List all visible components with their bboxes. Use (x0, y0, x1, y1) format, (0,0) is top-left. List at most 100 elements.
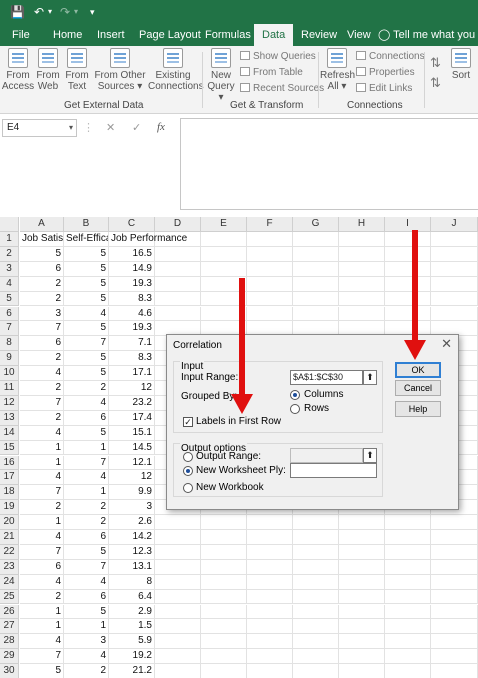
data-cell[interactable]: 1 (64, 619, 109, 635)
cell[interactable] (155, 276, 201, 292)
cell[interactable] (431, 604, 478, 620)
data-cell[interactable]: 4 (20, 634, 64, 650)
cell[interactable] (385, 232, 431, 247)
cell[interactable] (201, 574, 247, 590)
collapse-dialog-icon[interactable]: ⬆ (363, 448, 377, 463)
cell[interactable] (339, 306, 385, 322)
cell[interactable] (293, 291, 339, 307)
data-cell[interactable]: 5 (64, 261, 109, 277)
data-cell[interactable]: 7 (20, 649, 64, 665)
formula-input[interactable] (180, 118, 478, 210)
new-worksheet-field[interactable] (290, 463, 377, 478)
cell[interactable] (247, 664, 293, 678)
cell[interactable] (293, 246, 339, 262)
cell[interactable] (201, 649, 247, 665)
data-cell[interactable]: 5 (64, 246, 109, 262)
cancel-icon[interactable]: ✕ (106, 121, 115, 134)
cell[interactable] (201, 604, 247, 620)
data-cell[interactable]: 9.9 (109, 485, 155, 501)
cell[interactable] (201, 246, 247, 262)
new-worksheet-radio[interactable] (183, 466, 193, 476)
cell[interactable] (431, 232, 478, 247)
cell[interactable] (247, 306, 293, 322)
insert-function-icon[interactable]: fx (157, 121, 165, 133)
cell[interactable] (385, 261, 431, 277)
select-all-corner[interactable] (0, 217, 19, 232)
cell[interactable] (247, 515, 293, 530)
data-cell[interactable]: 3 (109, 500, 155, 516)
data-cell[interactable]: 4 (64, 395, 109, 411)
cell[interactable] (201, 634, 247, 650)
cell[interactable] (385, 291, 431, 307)
cell[interactable] (385, 589, 431, 605)
data-cell[interactable]: 7.1 (109, 336, 155, 352)
data-cell[interactable]: 5.9 (109, 634, 155, 650)
row-header[interactable]: 29 (0, 649, 19, 665)
row-header[interactable]: 5 (0, 291, 19, 307)
row-header[interactable]: 9 (0, 351, 19, 367)
new-query-button[interactable]: New Query ▾ (204, 48, 238, 103)
show-queries-button[interactable]: Show Queries (240, 50, 316, 64)
data-cell[interactable]: 12 (109, 381, 155, 396)
cell[interactable] (293, 559, 339, 575)
cell[interactable] (155, 619, 201, 635)
row-header[interactable]: 19 (0, 500, 19, 516)
cell[interactable] (385, 664, 431, 678)
row-header[interactable]: 26 (0, 604, 19, 620)
cell[interactable] (293, 649, 339, 665)
row-header[interactable]: 1 (0, 232, 19, 247)
cell[interactable] (339, 664, 385, 678)
cell[interactable] (385, 604, 431, 620)
data-cell[interactable]: 2 (64, 500, 109, 516)
cell[interactable] (339, 604, 385, 620)
column-header-c[interactable]: C (109, 217, 155, 232)
from-access-button[interactable]: From Access (1, 48, 35, 92)
data-cell[interactable]: 21.2 (109, 664, 155, 678)
cell[interactable] (385, 649, 431, 665)
cell[interactable] (385, 574, 431, 590)
data-cell[interactable]: 2 (20, 410, 64, 426)
cell[interactable] (339, 232, 385, 247)
cell[interactable] (293, 589, 339, 605)
row-header[interactable]: 30 (0, 664, 19, 678)
data-cell[interactable]: 2 (20, 589, 64, 605)
sort-button[interactable]: Sort (444, 48, 478, 81)
cell[interactable] (431, 246, 478, 262)
row-header[interactable]: 8 (0, 336, 19, 352)
column-header-i[interactable]: I (385, 217, 431, 232)
data-cell[interactable]: 2 (64, 664, 109, 678)
cell[interactable] (431, 291, 478, 307)
column-header-e[interactable]: E (201, 217, 247, 232)
cell[interactable] (431, 530, 478, 545)
cell[interactable] (339, 246, 385, 262)
cell[interactable] (155, 664, 201, 678)
edit-links-button[interactable]: Edit Links (356, 82, 412, 96)
data-cell[interactable]: 19.3 (109, 321, 155, 337)
data-cell[interactable]: 6.4 (109, 589, 155, 605)
data-cell[interactable]: 19.3 (109, 276, 155, 292)
cell[interactable] (339, 649, 385, 665)
cell[interactable] (431, 589, 478, 605)
collapse-dialog-icon[interactable]: ⬆ (363, 370, 377, 385)
data-cell[interactable]: 13.1 (109, 559, 155, 575)
row-header[interactable]: 16 (0, 455, 19, 471)
tab-insert[interactable]: Insert (97, 24, 125, 46)
cell[interactable] (155, 515, 201, 530)
data-cell[interactable]: 2.6 (109, 515, 155, 530)
row-header[interactable]: 25 (0, 589, 19, 605)
properties-button[interactable]: Properties (356, 66, 415, 80)
cell[interactable] (155, 634, 201, 650)
row-header[interactable]: 6 (0, 306, 19, 322)
data-cell[interactable]: 14.2 (109, 530, 155, 545)
cell[interactable] (385, 559, 431, 575)
data-cell[interactable]: 4 (64, 574, 109, 590)
from-table-button[interactable]: From Table (240, 66, 303, 80)
row-header[interactable]: 22 (0, 544, 19, 560)
cell[interactable] (293, 232, 339, 247)
data-cell[interactable]: 7 (20, 544, 64, 560)
redo-dropdown-icon[interactable]: ▾ (74, 4, 78, 20)
data-cell[interactable]: 5 (64, 366, 109, 381)
data-cell[interactable]: 19.2 (109, 649, 155, 665)
data-cell[interactable]: 2 (20, 351, 64, 367)
cell[interactable] (201, 544, 247, 560)
